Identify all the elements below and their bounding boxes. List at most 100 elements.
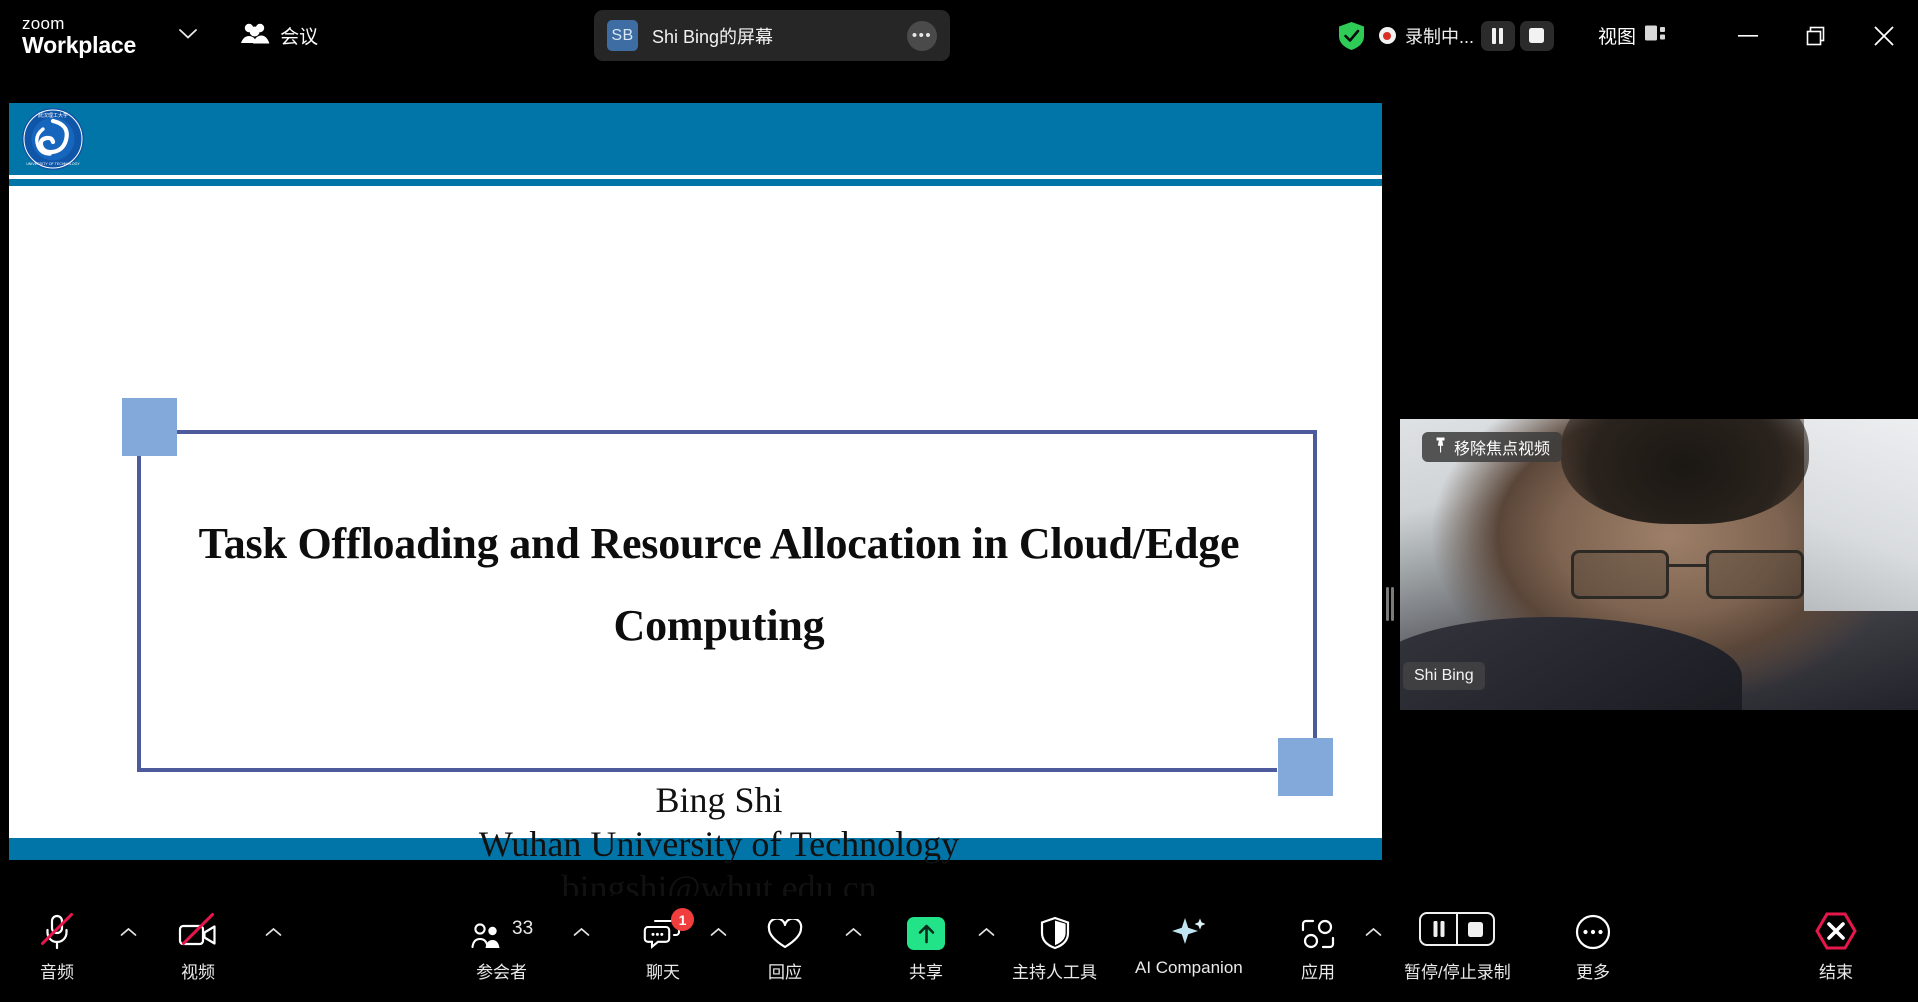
title-bar-right-group: 录制中... 视图 [1338, 0, 1918, 71]
chat-label: 聊天 [646, 963, 680, 982]
audio-options-caret[interactable] [120, 926, 137, 941]
participants-button[interactable]: 33 参会者 [470, 908, 533, 983]
people-group-icon [240, 22, 270, 49]
apps-options-caret[interactable] [1365, 926, 1382, 941]
apps-icon [1300, 908, 1336, 950]
layout-panel-icon [1645, 24, 1669, 47]
video-label: 视频 [181, 963, 215, 982]
microphone-muted-icon [40, 908, 74, 950]
ai-companion-label: AI Companion [1135, 958, 1243, 977]
minimize-button[interactable] [1714, 0, 1782, 71]
svg-text:UNIVERSITY OF TECHNOLOGY: UNIVERSITY OF TECHNOLOGY [26, 162, 80, 166]
recording-label: 录制中... [1404, 26, 1474, 47]
drag-handle-icon[interactable] [1386, 587, 1395, 621]
shield-check-icon[interactable] [1338, 21, 1365, 51]
end-label: 结束 [1819, 963, 1853, 982]
slide-frame-line [137, 768, 1277, 772]
ellipsis-icon[interactable]: ••• [907, 20, 937, 51]
participants-options-caret[interactable] [573, 926, 590, 941]
video-options-caret[interactable] [265, 926, 282, 941]
recording-label: 暂停/停止录制 [1404, 963, 1511, 982]
slide-author: Bing Shi [655, 780, 783, 820]
meetings-label: 会议 [280, 27, 319, 48]
unpin-video-button[interactable]: 移除焦点视频 [1422, 432, 1563, 462]
participants-label: 参会者 [476, 963, 528, 982]
participant-name: Shi Bing [1414, 667, 1474, 684]
slide-accent-square [122, 398, 177, 456]
chat-button[interactable]: 1 聊天 [643, 908, 694, 983]
host-tools-button[interactable]: 主持人工具 [1012, 908, 1097, 983]
share-label: 共享 [909, 963, 943, 982]
participant-video-tile[interactable]: 移除焦点视频 Shi Bing [1400, 419, 1918, 710]
slide-frame-line [1313, 430, 1317, 772]
apps-button[interactable]: 应用 [1300, 908, 1336, 983]
slide-affiliation: Wuhan University of Technology [478, 824, 960, 864]
slide-top-banner [9, 103, 1382, 175]
chat-options-caret[interactable] [710, 926, 727, 941]
pause-recording-button[interactable] [1419, 912, 1458, 946]
slide-frame-line [137, 430, 141, 772]
slide-byline: Bing Shi Wuhan University of Technology … [159, 778, 1279, 910]
end-meeting-button[interactable]: 结束 [1815, 908, 1857, 983]
chevron-down-icon[interactable] [178, 27, 198, 45]
close-button[interactable] [1850, 0, 1918, 71]
brand-zoom-text: zoom [22, 13, 65, 33]
shield-icon [1040, 908, 1070, 950]
meeting-toolbar: 音频 视频 33 参会者 1 聊天 回应 共享 主持人工具 AI Compani… [0, 896, 1918, 1002]
host-tools-label: 主持人工具 [1012, 963, 1097, 982]
avatar: SB [607, 20, 638, 51]
slide-top-rule [9, 179, 1382, 186]
recording-controls [1480, 20, 1554, 51]
view-menu[interactable]: 视图 [1598, 22, 1669, 49]
reactions-label: 回应 [768, 963, 802, 982]
recording-controls-group [1419, 908, 1496, 950]
ellipsis-circle-icon [1575, 908, 1611, 950]
record-dot-icon [1378, 27, 1396, 44]
share-options-caret[interactable] [978, 926, 995, 941]
video-button[interactable]: 视频 [178, 908, 218, 983]
slide-frame-line [177, 430, 1317, 434]
meeting-stage: 武汉理工大学 UNIVERSITY OF TECHNOLOGY Task Off… [0, 71, 1918, 908]
title-bar: zoom Workplace 会议 SB Shi Bing的屏幕 ••• 录制中… [0, 0, 1918, 71]
camera-muted-icon [178, 908, 218, 950]
recording-status[interactable]: 录制中... [1378, 23, 1474, 49]
share-source-title: Shi Bing的屏幕 [652, 26, 774, 47]
restore-window-button[interactable] [1782, 0, 1850, 71]
end-call-hexagon-icon [1815, 908, 1857, 950]
share-screen-arrow-up-icon [907, 908, 945, 950]
video-background-wall [1804, 419, 1918, 612]
window-controls [1714, 0, 1918, 71]
apps-label: 应用 [1301, 963, 1335, 982]
participant-name-badge: Shi Bing [1403, 662, 1485, 690]
video-subject-glasses [1570, 549, 1805, 600]
ai-companion-button[interactable]: AI Companion [1135, 908, 1243, 978]
screen-share-indicator[interactable]: SB Shi Bing的屏幕 ••• [594, 10, 950, 61]
more-button[interactable]: 更多 [1575, 908, 1611, 983]
audio-button[interactable]: 音频 [40, 908, 74, 983]
brand-workplace-text: Workplace [22, 31, 137, 58]
recording-toggle-button[interactable]: 暂停/停止录制 [1404, 908, 1511, 983]
whut-university-logo: 武汉理工大学 UNIVERSITY OF TECHNOLOGY [19, 105, 87, 173]
pin-icon [1432, 436, 1447, 459]
svg-text:武汉理工大学: 武汉理工大学 [38, 112, 68, 119]
participants-count: 33 [512, 918, 534, 939]
view-label: 视图 [1597, 27, 1636, 48]
more-label: 更多 [1576, 963, 1610, 982]
slide-accent-square [1278, 738, 1333, 796]
audio-label: 音频 [40, 963, 74, 982]
pause-recording-button[interactable] [1480, 20, 1515, 51]
unpin-video-label: 移除焦点视频 [1454, 441, 1551, 458]
share-screen-button[interactable]: 共享 [907, 908, 945, 983]
participants-icon: 33 [470, 908, 533, 950]
sparkle-icon [1170, 908, 1208, 950]
slide-title: Task Offloading and Resource Allocation … [198, 519, 1240, 650]
stop-recording-button[interactable] [1457, 912, 1496, 946]
reactions-options-caret[interactable] [845, 926, 862, 941]
chat-unread-badge: 1 [671, 908, 694, 931]
reactions-button[interactable]: 回应 [767, 908, 803, 983]
chat-bubble-icon: 1 [643, 908, 694, 950]
zoom-workplace-logo: zoom Workplace [22, 15, 136, 57]
stop-recording-button[interactable] [1519, 20, 1554, 51]
shared-screen-slide[interactable]: 武汉理工大学 UNIVERSITY OF TECHNOLOGY Task Off… [9, 103, 1382, 908]
meetings-tab[interactable]: 会议 [240, 22, 318, 49]
